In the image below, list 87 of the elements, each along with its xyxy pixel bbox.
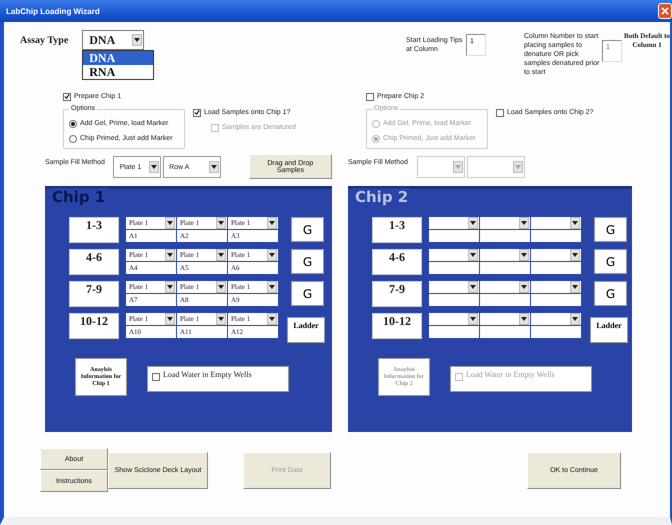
- range-label: 1-3: [69, 217, 119, 243]
- plate-select[interactable]: [480, 313, 530, 325]
- dropdown-arrow-icon: [572, 253, 578, 257]
- dropdown-arrow-icon: [167, 317, 173, 321]
- plate-select[interactable]: [429, 217, 479, 229]
- dropdown-arrow-icon: [269, 221, 275, 225]
- well-field[interactable]: [480, 294, 530, 306]
- dropdown-arrow-icon: [269, 285, 275, 289]
- dropdown-arrow-icon: [167, 253, 173, 257]
- well-field[interactable]: [531, 262, 581, 274]
- plate-select[interactable]: [531, 281, 581, 293]
- dropdown-arrow-icon: [167, 221, 173, 225]
- gel-button[interactable]: G: [291, 217, 324, 242]
- well-field[interactable]: [531, 294, 581, 306]
- well-field[interactable]: [531, 230, 581, 242]
- plate-select[interactable]: [480, 281, 530, 293]
- dropdown-arrow-icon: [572, 285, 578, 289]
- checkbox[interactable]: [496, 108, 504, 116]
- radio-button[interactable]: [69, 120, 77, 128]
- close-button[interactable]: [658, 3, 672, 19]
- well-field[interactable]: [429, 262, 479, 274]
- range-label: 10-12: [69, 313, 119, 339]
- plate-select[interactable]: [480, 249, 530, 261]
- dropdown-arrow-icon: [521, 285, 527, 289]
- dropdown-arrow-icon: [218, 285, 224, 289]
- dropdown-arrow-icon: [151, 165, 158, 169]
- range-label: 7-9: [372, 281, 422, 307]
- radio-dot-icon: [374, 136, 378, 140]
- range-label: 1-3: [372, 217, 422, 243]
- dropdown-arrow-icon: [218, 253, 224, 257]
- panel-title: Chip 2: [352, 188, 412, 206]
- plate-select[interactable]: [531, 249, 581, 261]
- plate-select[interactable]: [531, 313, 581, 325]
- load-water-checkbox[interactable]: Load Water in Empty Wells: [147, 366, 289, 392]
- range-label: 4-6: [69, 249, 119, 275]
- radio-dot-icon: [71, 122, 75, 126]
- gel-button[interactable]: G: [291, 281, 324, 306]
- plate-select[interactable]: [480, 217, 530, 229]
- well-field[interactable]: [531, 326, 581, 338]
- well-field[interactable]: [429, 326, 479, 338]
- well-field[interactable]: [429, 294, 479, 306]
- dropdown-arrow-icon: [167, 285, 173, 289]
- panel-title: Chip 1: [49, 188, 108, 206]
- checkmark-icon: [64, 93, 70, 100]
- dropdown-arrow-icon: [134, 38, 140, 42]
- plate-select[interactable]: [429, 281, 479, 293]
- well-field[interactable]: [429, 230, 479, 242]
- plate-select[interactable]: [531, 217, 581, 229]
- range-label: 4-6: [372, 249, 422, 275]
- checkbox[interactable]: [63, 92, 71, 100]
- gel-button[interactable]: G: [594, 281, 627, 306]
- dropdown-arrow-icon: [521, 317, 527, 321]
- gel-button[interactable]: G: [594, 249, 627, 274]
- plate-select[interactable]: [429, 313, 479, 325]
- well-field[interactable]: [480, 230, 530, 242]
- dropdown-arrow-icon: [515, 165, 521, 169]
- dropdown-arrow-icon: [470, 221, 476, 225]
- assay-type-label: Assay Type: [20, 35, 68, 48]
- checkmark-icon: [194, 109, 200, 116]
- range-label: 10-12: [372, 313, 422, 339]
- checkbox[interactable]: [193, 108, 201, 116]
- close-icon: [661, 7, 669, 15]
- dropdown-arrow-icon: [470, 253, 476, 257]
- dropdown-arrow-icon: [269, 253, 275, 257]
- gel-button[interactable]: G: [291, 249, 324, 274]
- gel-button[interactable]: Ladder: [287, 317, 325, 343]
- dropdown-option[interactable]: DNA: [83, 51, 154, 65]
- window-title: LabChip Loading Wizard: [6, 6, 100, 16]
- dropdown-arrow-icon: [470, 317, 476, 321]
- dropdown-arrow-icon: [521, 221, 527, 225]
- dropdown-arrow-icon: [210, 165, 217, 169]
- range-label: 7-9: [69, 281, 119, 307]
- dropdown-arrow-icon: [572, 221, 578, 225]
- checkbox[interactable]: [366, 92, 374, 100]
- well-field[interactable]: [480, 262, 530, 274]
- dropdown-arrow-icon: [572, 317, 578, 321]
- well-field[interactable]: [480, 326, 530, 338]
- dropdown-arrow-icon: [218, 221, 224, 225]
- gel-button[interactable]: G: [594, 217, 627, 242]
- plate-select[interactable]: [429, 249, 479, 261]
- dropdown-arrow-icon: [269, 317, 275, 321]
- dropdown-arrow-icon: [521, 253, 527, 257]
- dropdown-arrow-icon: [470, 285, 476, 289]
- radio-button[interactable]: [69, 134, 77, 142]
- dropdown-arrow-icon: [218, 317, 224, 321]
- dropdown-arrow-icon: [455, 165, 461, 169]
- gel-button[interactable]: Ladder: [590, 317, 628, 343]
